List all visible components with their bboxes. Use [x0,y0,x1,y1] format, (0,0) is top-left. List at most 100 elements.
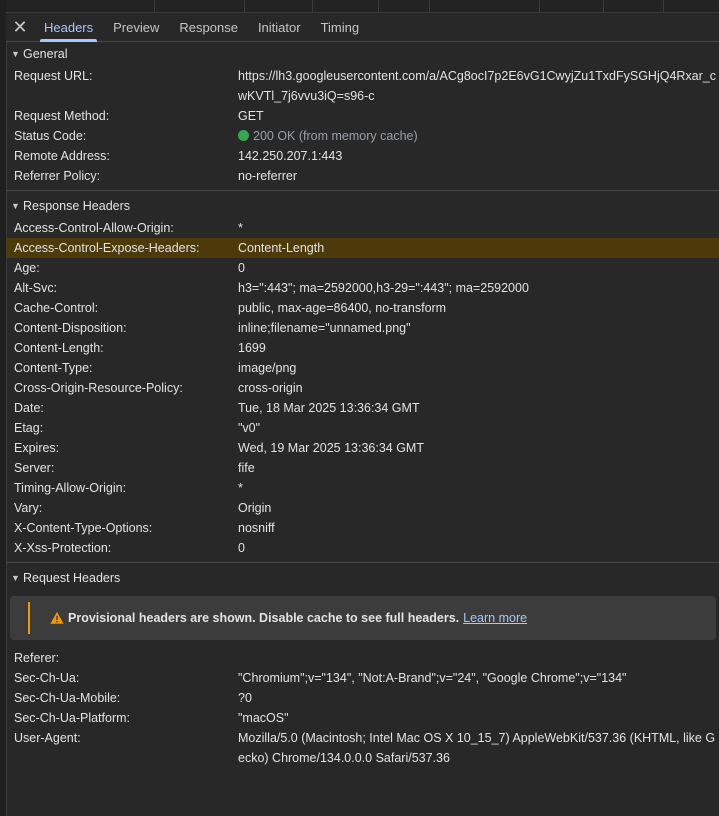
header-key: Expires: [14,441,60,455]
close-icon[interactable]: ✕ [6,13,34,41]
request-headers-section-header[interactable]: ▼ Request Headers [6,566,719,590]
header-row: Date: Tue, 18 Mar 2025 13:36:34 GMT [6,398,719,418]
collapse-triangle-icon: ▼ [11,201,20,211]
tab-timing[interactable]: Timing [311,13,370,41]
header-value: * [238,221,243,235]
section-title: Response Headers [23,199,131,213]
status-value: 200 OK (from memory cache) [238,126,719,146]
network-grid-strip [6,0,719,13]
header-row: X-Xss-Protection: 0 [6,538,719,558]
request-headers-list: Referer: Sec-Ch-Ua: "Chromium";v="134", "N… [6,648,719,768]
header-key: Access-Control-Allow-Origin: [14,221,174,235]
status-text: 200 OK (from memory cache) [253,129,418,143]
header-value [238,648,719,668]
header-key: Content-Disposition: [14,321,127,335]
header-row: Access-Control-Allow-Origin: * [6,218,719,238]
tab-preview[interactable]: Preview [103,13,169,41]
header-key: Server: [14,461,55,475]
header-row: Etag: "v0" [6,418,719,438]
section-title: Request Headers [23,571,121,585]
tab-response[interactable]: Response [169,13,248,41]
response-headers-list: Access-Control-Allow-Origin: * Access-Cont… [6,218,719,558]
header-key: Request Method: [14,109,110,123]
header-value: fife [238,461,255,475]
header-row: Cross-Origin-Resource-Policy: cross-origi… [6,378,719,398]
header-value: "v0" [238,421,261,435]
collapse-triangle-icon: ▼ [11,573,20,583]
header-value: Mozilla/5.0 (Macintosh; Intel Mac OS X 1… [238,731,716,765]
header-value: 142.250.207.1:443 [238,149,343,163]
header-row: Expires: Wed, 19 Mar 2025 13:36:34 GMT [6,438,719,458]
request-headers-section: ▼ Request Headers Provisional headers ar… [6,566,719,772]
header-value: inline;filename="unnamed.png" [238,321,411,335]
header-value: "Chromium";v="134", "Not:A-Brand";v="24"… [238,671,627,685]
header-key: User-Agent: [14,731,81,745]
header-row: Sec-Ch-Ua-Platform: "macOS" [6,708,719,728]
section-title: General [23,47,68,61]
header-value: cross-origin [238,381,303,395]
header-value: Tue, 18 Mar 2025 13:36:34 GMT [238,401,420,415]
header-row: Request Method: GET [6,106,719,126]
header-row: Age: 0 [6,258,719,278]
header-key: Sec-Ch-Ua-Mobile: [14,691,121,705]
header-value: 0 [238,261,245,275]
collapse-triangle-icon: ▼ [11,49,20,59]
header-key: X-Xss-Protection: [14,541,112,555]
warning-accent-bar [28,602,30,634]
header-key: Referer: [14,651,60,665]
header-value: image/png [238,361,297,375]
provisional-headers-warning: Provisional headers are shown. Disable c… [10,596,716,640]
header-row: Sec-Ch-Ua: "Chromium";v="134", "Not:A-Bra… [6,668,719,688]
header-row: Server: fife [6,458,719,478]
header-key: Referrer Policy: [14,169,101,183]
header-row: Cache-Control: public, max-age=86400, no-… [6,298,719,318]
header-key: Timing-Allow-Origin: [14,481,127,495]
header-key: Request URL: [14,69,93,83]
header-row: Content-Disposition: inline;filename="unn… [6,318,719,338]
header-key: Status Code: [14,129,87,143]
header-row: Status Code: 200 OK (from memory cache) [6,126,719,146]
header-key: Cross-Origin-Resource-Policy: [14,381,183,395]
header-row: Timing-Allow-Origin: * [6,478,719,498]
header-value: h3=":443"; ma=2592000,h3-29=":443"; ma=2… [238,281,529,295]
header-key: Access-Control-Expose-Headers: [14,241,200,255]
headers-panel: ▼ General Request URL: https://lh3.googl… [6,42,719,772]
response-headers-section: ▼ Response Headers Access-Control-Allow-… [6,194,719,563]
header-row: Referrer Policy: no-referrer [6,166,719,186]
header-value: 0 [238,541,245,555]
general-section-header[interactable]: ▼ General [6,42,719,66]
header-value: public, max-age=86400, no-transform [238,301,447,315]
header-value: GET [238,109,264,123]
header-key: Etag: [14,421,44,435]
header-value: 1699 [238,341,266,355]
header-key: Cache-Control: [14,301,99,315]
general-section: ▼ General Request URL: https://lh3.googl… [6,42,719,191]
learn-more-link[interactable]: Learn more [463,611,527,625]
header-row: X-Content-Type-Options: nosniff [6,518,719,538]
request-url-value[interactable]: https://lh3.googleusercontent.com/a/ACg8… [238,66,719,106]
header-value: Content-Length [238,241,325,255]
header-value: nosniff [238,521,275,535]
header-key: Remote Address: [14,149,110,163]
tab-headers[interactable]: Headers [34,13,103,42]
header-value: * [238,481,243,495]
header-key: Sec-Ch-Ua-Platform: [14,711,130,725]
header-key: Date: [14,401,44,415]
header-row: Access-Control-Expose-Headers: Content-Le… [6,238,719,258]
header-key: Age: [14,261,40,275]
response-headers-section-header[interactable]: ▼ Response Headers [6,194,719,218]
header-row: Remote Address: 142.250.207.1:443 [6,146,719,166]
header-row: User-Agent: Mozilla/5.0 (Macintosh; Intel… [6,728,719,768]
status-ok-dot-icon [238,130,249,141]
header-row: Sec-Ch-Ua-Mobile: ?0 [6,688,719,708]
warning-icon [50,611,64,624]
header-key: Vary: [14,501,43,515]
warning-text: Provisional headers are shown. Disable c… [68,611,460,625]
header-row: Request URL: https://lh3.googleuserconte… [6,66,719,106]
tab-initiator[interactable]: Initiator [248,13,311,41]
header-key: Alt-Svc: [14,281,58,295]
header-value: Wed, 19 Mar 2025 13:36:34 GMT [238,441,424,455]
header-key: Sec-Ch-Ua: [14,671,80,685]
header-row: Content-Length: 1699 [6,338,719,358]
header-key: Content-Length: [14,341,104,355]
